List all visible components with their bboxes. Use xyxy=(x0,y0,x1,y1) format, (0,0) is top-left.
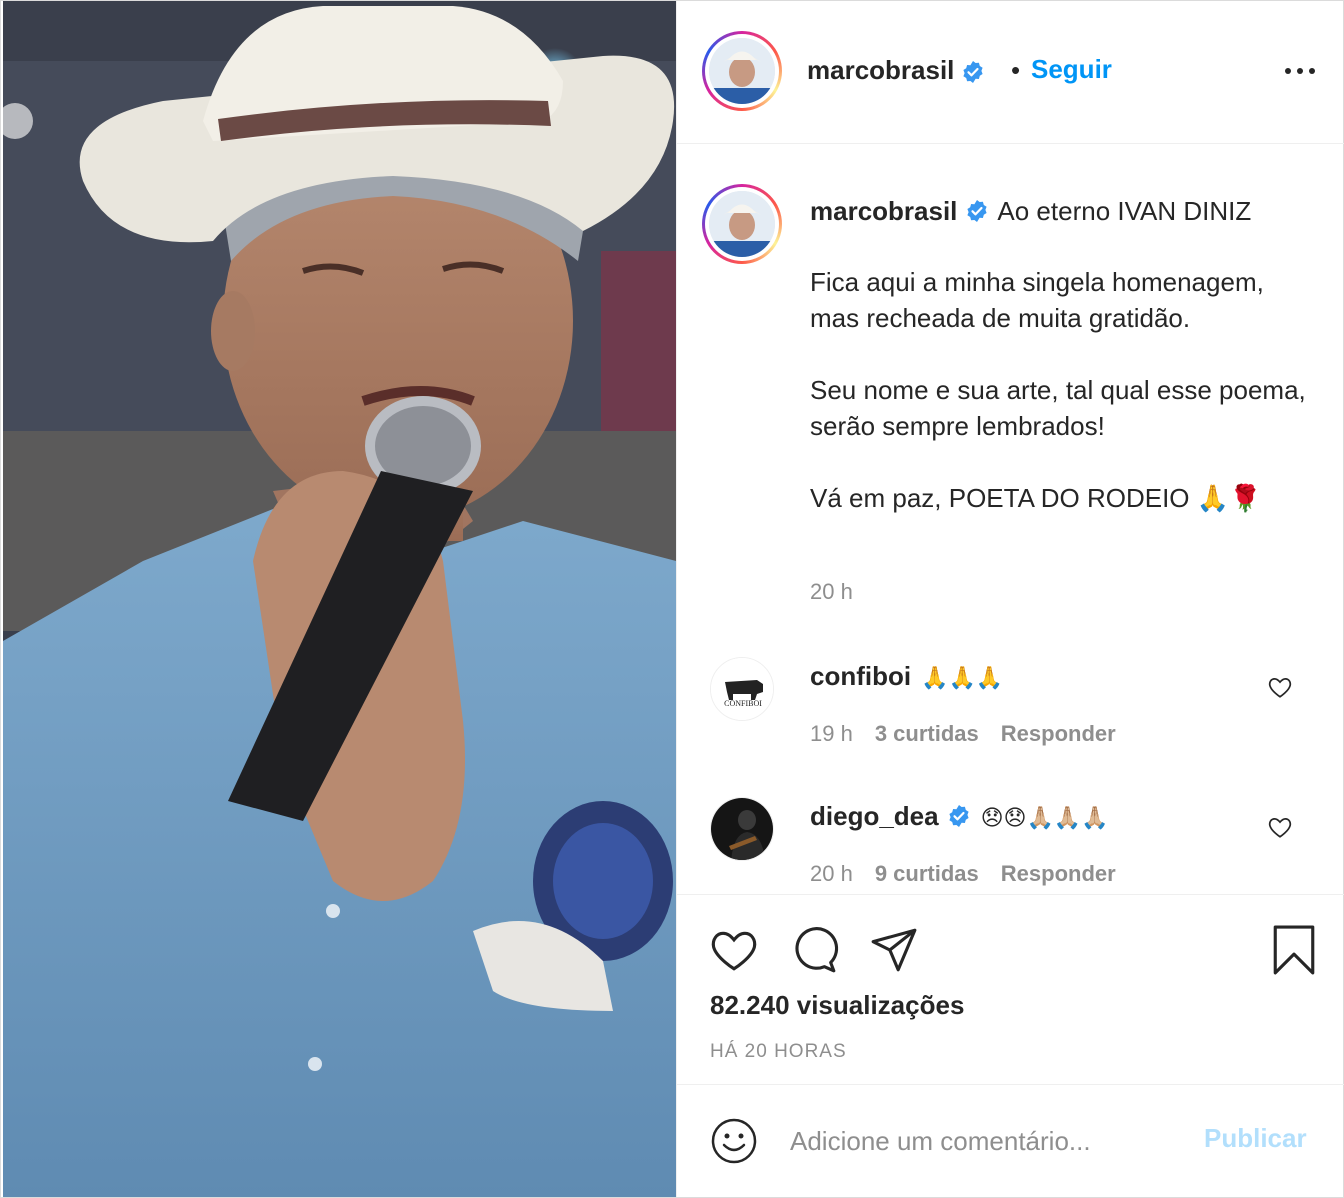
post-timestamp[interactable]: HÁ 20 HORAS xyxy=(710,1041,847,1063)
svg-text:CONFIBOI: CONFIBOI xyxy=(724,699,762,708)
like-comment-heart-icon[interactable] xyxy=(1267,674,1293,700)
post-frame: marcobrasil • Seguir marcobrasil Ao eter… xyxy=(0,0,1344,1198)
post-header: marcobrasil • Seguir xyxy=(677,1,1344,144)
post-actions: 82.240 visualizações HÁ 20 HORAS xyxy=(677,894,1344,1084)
publish-button[interactable]: Publicar xyxy=(1204,1123,1307,1154)
avatar-photo xyxy=(711,798,773,860)
follow-button[interactable]: Seguir xyxy=(1031,54,1112,85)
views-count[interactable]: 82.240 visualizações xyxy=(710,990,964,1021)
comment-meta: 20 h 9 curtidas Responder xyxy=(810,861,1138,887)
caption-body: Fica aqui a minha singela homenagem, mas… xyxy=(810,264,1310,552)
comment-username[interactable]: diego_dea xyxy=(810,801,939,831)
more-options-icon[interactable] xyxy=(1282,59,1318,83)
confiboi-logo: CONFIBOI xyxy=(711,658,773,720)
caption-author-avatar[interactable] xyxy=(702,184,782,264)
comment-time[interactable]: 19 h xyxy=(810,721,853,746)
comment-line: diego_dea 😞😞🙏🏼🙏🏼🙏🏼 xyxy=(810,801,1109,832)
comment-meta: 19 h 3 curtidas Responder xyxy=(810,721,1138,747)
avatar-photo xyxy=(709,191,775,257)
caption-username[interactable]: marcobrasil xyxy=(810,196,957,226)
comment-text: 😞😞🙏🏼🙏🏼🙏🏼 xyxy=(980,805,1109,830)
comment-likes[interactable]: 9 curtidas xyxy=(875,861,979,886)
comment-avatar[interactable]: CONFIBOI xyxy=(710,657,774,721)
reply-button[interactable]: Responder xyxy=(1001,721,1116,746)
caption-paragraph: Vá em paz, POETA DO RODEIO 🙏🌹 xyxy=(810,483,1262,513)
comment-item: CONFIBOI confiboi 🙏🙏🙏 19 h 3 curtidas Respo… xyxy=(677,657,1344,787)
header-separator: • xyxy=(1011,55,1021,85)
comment-avatar[interactable] xyxy=(710,797,774,861)
emoji-smiley-icon[interactable] xyxy=(710,1117,758,1165)
like-heart-icon[interactable] xyxy=(709,925,759,975)
comment-input[interactable] xyxy=(790,1123,1190,1159)
post-video[interactable] xyxy=(3,1,676,1197)
reply-button[interactable]: Responder xyxy=(1001,861,1116,886)
caption-paragraph: Seu nome e sua arte, tal qual esse poema… xyxy=(810,375,1306,441)
avatar-photo xyxy=(709,38,775,104)
like-comment-heart-icon[interactable] xyxy=(1267,814,1293,840)
comment-likes[interactable]: 3 curtidas xyxy=(875,721,979,746)
comment-text: 🙏🙏🙏 xyxy=(921,665,1004,690)
verified-badge-icon xyxy=(967,200,988,222)
comment-time[interactable]: 20 h xyxy=(810,861,853,886)
caption-first-line: Ao eterno IVAN DINIZ xyxy=(997,196,1252,226)
caption-line: marcobrasil Ao eterno IVAN DINIZ xyxy=(810,196,1251,227)
author-username[interactable]: marcobrasil xyxy=(807,55,954,86)
verified-badge-icon xyxy=(948,805,969,827)
video-frame-illustration xyxy=(3,1,676,1197)
post-side-panel: marcobrasil • Seguir marcobrasil Ao eter… xyxy=(676,1,1344,1197)
comment-line: confiboi 🙏🙏🙏 xyxy=(810,661,1003,692)
comment-username[interactable]: confiboi xyxy=(810,661,911,691)
save-bookmark-icon[interactable] xyxy=(1269,925,1319,975)
caption-timestamp[interactable]: 20 h xyxy=(810,579,853,605)
comment-bubble-icon[interactable] xyxy=(789,925,839,975)
author-avatar[interactable] xyxy=(702,31,782,111)
share-paper-plane-icon[interactable] xyxy=(869,925,919,975)
add-comment-bar: Publicar xyxy=(677,1084,1344,1197)
caption-paragraph: Fica aqui a minha singela homenagem, mas… xyxy=(810,267,1264,333)
verified-badge-icon xyxy=(963,61,983,83)
